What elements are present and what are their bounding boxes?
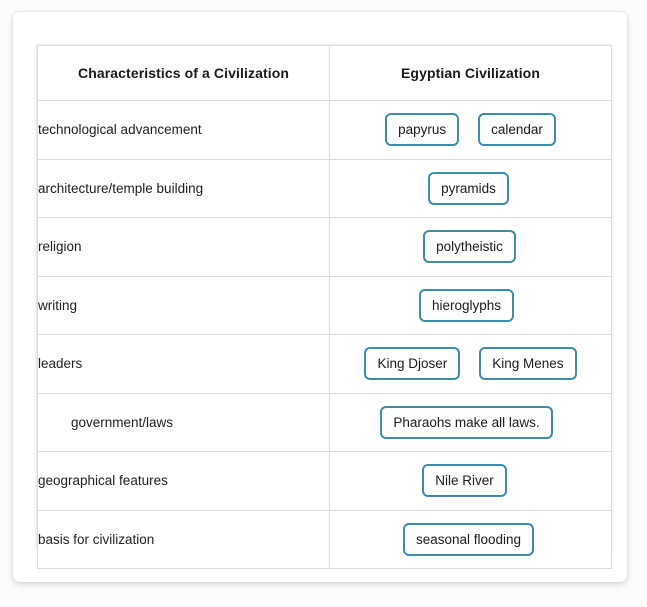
answer-chip-group: Nile River xyxy=(324,464,605,498)
column-header-characteristics: Characteristics of a Civilization xyxy=(37,45,330,101)
answer-chip[interactable]: Pharaohs make all laws. xyxy=(380,405,553,439)
table-header: Characteristics of a Civilization Egypti… xyxy=(37,45,612,101)
answer-chip-group: Pharaohs make all laws. xyxy=(326,405,607,439)
answer-chip[interactable]: calendar xyxy=(478,113,556,147)
characteristic-cell: writing xyxy=(37,275,330,335)
characteristic-cell: leaders xyxy=(37,334,330,394)
answer-chip[interactable]: seasonal flooding xyxy=(402,522,535,556)
answer-cell: King Djoser King Menes xyxy=(329,334,612,394)
table-body: technological advancement papyrus calend… xyxy=(37,100,612,569)
answer-chip-group: papyrus calendar xyxy=(330,113,611,147)
table-row: religion polytheistic xyxy=(37,217,612,277)
answer-chip-group: King Djoser King Menes xyxy=(330,347,611,381)
answer-chip[interactable]: papyrus xyxy=(385,113,460,147)
answer-cell: Pharaohs make all laws. xyxy=(329,392,612,452)
table-row: writing hieroglyphs xyxy=(37,275,612,335)
table-container: Characteristics of a Civilization Egypti… xyxy=(37,45,612,569)
characteristic-cell: religion xyxy=(37,217,330,277)
table-row: architecture/temple building pyramids xyxy=(37,158,612,218)
civilization-characteristics-table: Characteristics of a Civilization Egypti… xyxy=(37,45,612,569)
answer-chip[interactable]: King Djoser xyxy=(364,347,461,381)
answer-chip[interactable]: King Menes xyxy=(479,347,577,381)
table-row: leaders King Djoser King Menes xyxy=(37,334,612,394)
answer-chip-group: polytheistic xyxy=(329,230,610,264)
answer-chip-group: seasonal flooding xyxy=(328,522,609,556)
answer-cell: pyramids xyxy=(328,158,612,218)
answer-chip[interactable]: pyramids xyxy=(428,171,509,205)
characteristic-cell: geographical features xyxy=(37,451,330,511)
answer-cell: Nile River xyxy=(329,451,612,511)
characteristic-cell: basis for civilization xyxy=(37,509,330,569)
table-row: technological advancement papyrus calend… xyxy=(37,100,612,160)
table-header-row: Characteristics of a Civilization Egypti… xyxy=(37,45,612,101)
answer-chip[interactable]: hieroglyphs xyxy=(418,288,515,322)
answer-chip[interactable]: Nile River xyxy=(422,464,507,498)
answer-cell: hieroglyphs xyxy=(329,275,612,335)
answer-chip-group: hieroglyphs xyxy=(326,288,607,322)
characteristic-cell: technological advancement xyxy=(37,100,330,160)
answer-chip-group: pyramids xyxy=(328,171,609,205)
characteristic-cell: architecture/temple building xyxy=(37,158,330,218)
table-row: government/laws Pharaohs make all laws. xyxy=(37,392,612,452)
table-row: geographical features Nile River xyxy=(37,451,612,511)
column-header-egyptian-civilization: Egyptian Civilization xyxy=(329,45,612,101)
table-row: basis for civilization seasonal flooding xyxy=(37,509,612,569)
answer-cell: papyrus calendar xyxy=(329,100,612,160)
answer-chip[interactable]: polytheistic xyxy=(423,230,516,264)
answer-cell: seasonal flooding xyxy=(328,509,612,569)
content-card: Characteristics of a Civilization Egypti… xyxy=(13,12,627,582)
answer-cell: polytheistic xyxy=(329,217,612,277)
characteristic-cell: government/laws xyxy=(37,392,330,452)
